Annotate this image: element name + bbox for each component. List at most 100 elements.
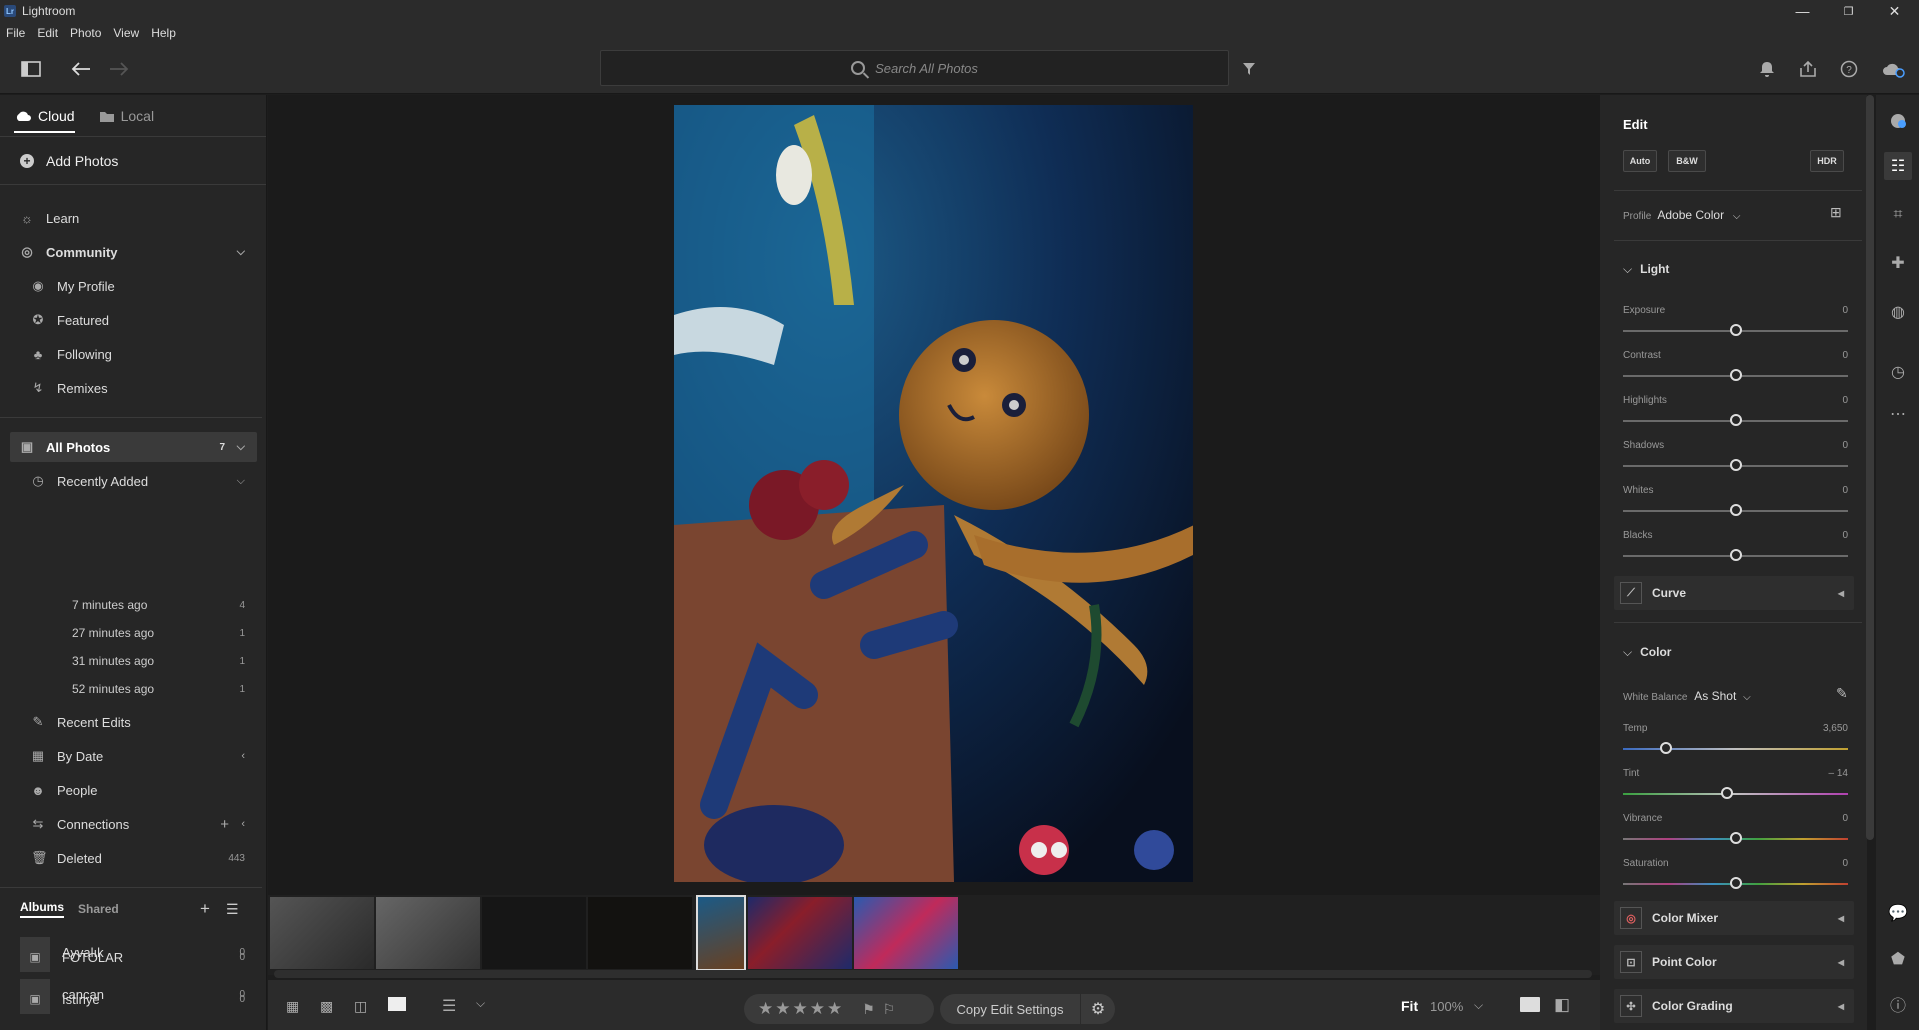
sort-chevron-down-icon[interactable]: ⌵	[476, 996, 485, 1011]
slider-track[interactable]	[1623, 459, 1848, 471]
search-input[interactable]: Search All Photos	[600, 50, 1229, 86]
share-icon[interactable]	[1795, 56, 1821, 82]
sidebar-item-recent-edits[interactable]: ✎ Recent Edits	[0, 707, 267, 737]
filmstrip-thumbnail-selected[interactable]	[696, 895, 746, 971]
filmstrip-thumbnail[interactable]	[270, 897, 374, 969]
help-icon[interactable]: ?	[1836, 56, 1862, 82]
sort-albums-icon[interactable]: ☰	[226, 901, 239, 918]
album-item[interactable]: ▣ İstinye 0	[0, 979, 267, 1019]
menu-view[interactable]: View	[113, 26, 139, 40]
before-after-icon[interactable]: ◧	[1554, 995, 1570, 1015]
presets-icon[interactable]	[1884, 107, 1912, 135]
history-icon[interactable]: ◷	[1884, 358, 1912, 386]
zoom-level[interactable]: 100%	[1430, 999, 1463, 1014]
slider-handle[interactable]	[1729, 414, 1742, 426]
add-photos-button[interactable]: + Add Photos	[0, 137, 266, 185]
slider-handle[interactable]	[1729, 324, 1742, 336]
filmstrip-scrollbar[interactable]	[274, 970, 1592, 978]
slider-handle[interactable]	[1729, 369, 1742, 381]
edit-sliders-icon[interactable]: ☷	[1884, 152, 1912, 180]
slider-track[interactable]	[1623, 414, 1848, 426]
sidebar-item-all-photos[interactable]: ▣ All Photos 7 ⌵	[0, 432, 267, 462]
minimize-button[interactable]: —	[1780, 0, 1825, 22]
crop-icon[interactable]: ⌗	[1884, 201, 1912, 229]
sidebar-item-deleted[interactable]: 🗑 Deleted 443	[0, 843, 267, 873]
slider-handle[interactable]	[1729, 549, 1742, 561]
white-balance-selector[interactable]: White Balance As Shot ⌵	[1623, 689, 1751, 703]
comments-icon[interactable]: 💬	[1884, 899, 1912, 927]
sidebar-item-people[interactable]: ☻ People	[0, 775, 267, 805]
menu-help[interactable]: Help	[151, 26, 176, 40]
slider-track[interactable]	[1623, 549, 1848, 561]
forward-arrow-icon[interactable]	[106, 56, 132, 82]
restore-button[interactable]: ❐	[1826, 0, 1871, 22]
slider-handle[interactable]	[1729, 877, 1742, 889]
sidebar-item-connections[interactable]: ⇆ Connections + ‹	[0, 809, 267, 839]
edit-panel-scrollbar[interactable]	[1866, 95, 1874, 840]
recent-group-4[interactable]: 52 minutes ago 1	[72, 675, 262, 703]
slider-handle[interactable]	[1720, 787, 1733, 799]
square-grid-icon[interactable]: ▦	[286, 998, 299, 1015]
healing-bandage-icon[interactable]: ✚	[1884, 249, 1912, 277]
slider-track[interactable]	[1623, 877, 1848, 889]
slider-track[interactable]	[1623, 832, 1848, 844]
hdr-button[interactable]: HDR	[1810, 150, 1844, 172]
gear-icon[interactable]: ⚙	[1081, 994, 1115, 1024]
slider-track[interactable]	[1623, 742, 1848, 754]
sidebar-item-community[interactable]: ◎ Community ⌵	[0, 237, 267, 267]
sort-icon[interactable]: ☰	[442, 996, 456, 1016]
slider-handle[interactable]	[1729, 459, 1742, 471]
tab-shared[interactable]: Shared	[78, 902, 119, 916]
copy-edit-settings-button[interactable]: Copy Edit Settings	[940, 994, 1080, 1024]
info-overlay-icon[interactable]	[1520, 997, 1540, 1012]
slider-track[interactable]	[1623, 504, 1848, 516]
color-mixer-section[interactable]: ◎ Color Mixer ◀	[1614, 901, 1854, 935]
add-connection-icon[interactable]: +	[220, 816, 229, 833]
close-button[interactable]: ✕	[1872, 0, 1917, 22]
compare-view-icon[interactable]: ◫	[354, 998, 367, 1015]
sidebar-item-by-date[interactable]: ▦ By Date ‹	[0, 741, 267, 771]
slider-track[interactable]	[1623, 324, 1848, 336]
sidebar-item-recently-added[interactable]: ◷ Recently Added ⌵	[0, 466, 267, 496]
more-options-icon[interactable]: ⋯	[1884, 400, 1912, 428]
color-grading-section[interactable]: ✣ Color Grading ◀	[1614, 989, 1854, 1023]
menu-file[interactable]: File	[6, 26, 25, 40]
sidebar-item-following[interactable]: ♣ Following	[0, 339, 267, 369]
tab-albums[interactable]: Albums	[20, 900, 65, 918]
back-arrow-icon[interactable]	[68, 56, 94, 82]
panel-toggle-icon[interactable]	[18, 56, 44, 82]
slider-handle[interactable]	[1729, 504, 1742, 516]
light-section-header[interactable]: ⌵ Light	[1623, 262, 1669, 277]
album-item[interactable]: ▣ FOTOLAR 0	[0, 937, 267, 977]
tab-cloud[interactable]: Cloud	[14, 95, 75, 137]
slider-handle[interactable]	[1659, 742, 1672, 754]
sidebar-item-featured[interactable]: ✪ Featured	[0, 305, 267, 335]
recent-group-2[interactable]: 27 minutes ago 1	[72, 619, 262, 647]
detail-view-icon[interactable]	[388, 997, 406, 1011]
auto-button[interactable]: Auto	[1623, 150, 1657, 172]
filmstrip-thumbnail[interactable]	[376, 897, 480, 969]
zoom-chevron-down-icon[interactable]: ⌵	[1474, 998, 1483, 1013]
star-rating[interactable]: ★★★★★ ⚑ ⚐	[744, 994, 934, 1024]
main-photo[interactable]	[674, 105, 1193, 882]
slider-track[interactable]	[1623, 369, 1848, 381]
sidebar-item-learn[interactable]: ☼ Learn	[0, 203, 267, 233]
recent-group-3[interactable]: 31 minutes ago 1	[72, 647, 262, 675]
filmstrip-thumbnail[interactable]	[588, 897, 692, 969]
keyword-tag-icon[interactable]: ⬟	[1884, 945, 1912, 973]
sidebar-item-my-profile[interactable]: ◉ My Profile	[0, 271, 267, 301]
info-icon[interactable]: ⓘ	[1884, 990, 1912, 1018]
curve-section[interactable]: ⟋ Curve ◀	[1614, 576, 1854, 610]
eyedropper-icon[interactable]: ✎	[1836, 685, 1848, 702]
notification-bell-icon[interactable]	[1754, 56, 1780, 82]
tab-local[interactable]: Local	[99, 95, 154, 137]
filmstrip-thumbnail[interactable]	[748, 897, 852, 969]
sidebar-item-remixes[interactable]: ↯ Remixes	[0, 373, 267, 403]
cloud-sync-icon[interactable]	[1880, 56, 1906, 82]
filter-icon[interactable]	[1236, 56, 1262, 82]
menu-edit[interactable]: Edit	[37, 26, 58, 40]
profile-selector[interactable]: Profile Adobe Color ⌵	[1623, 208, 1740, 222]
photo-grid-icon[interactable]: ▩	[320, 998, 333, 1015]
menu-photo[interactable]: Photo	[70, 26, 101, 40]
add-album-icon[interactable]: +	[200, 899, 210, 919]
